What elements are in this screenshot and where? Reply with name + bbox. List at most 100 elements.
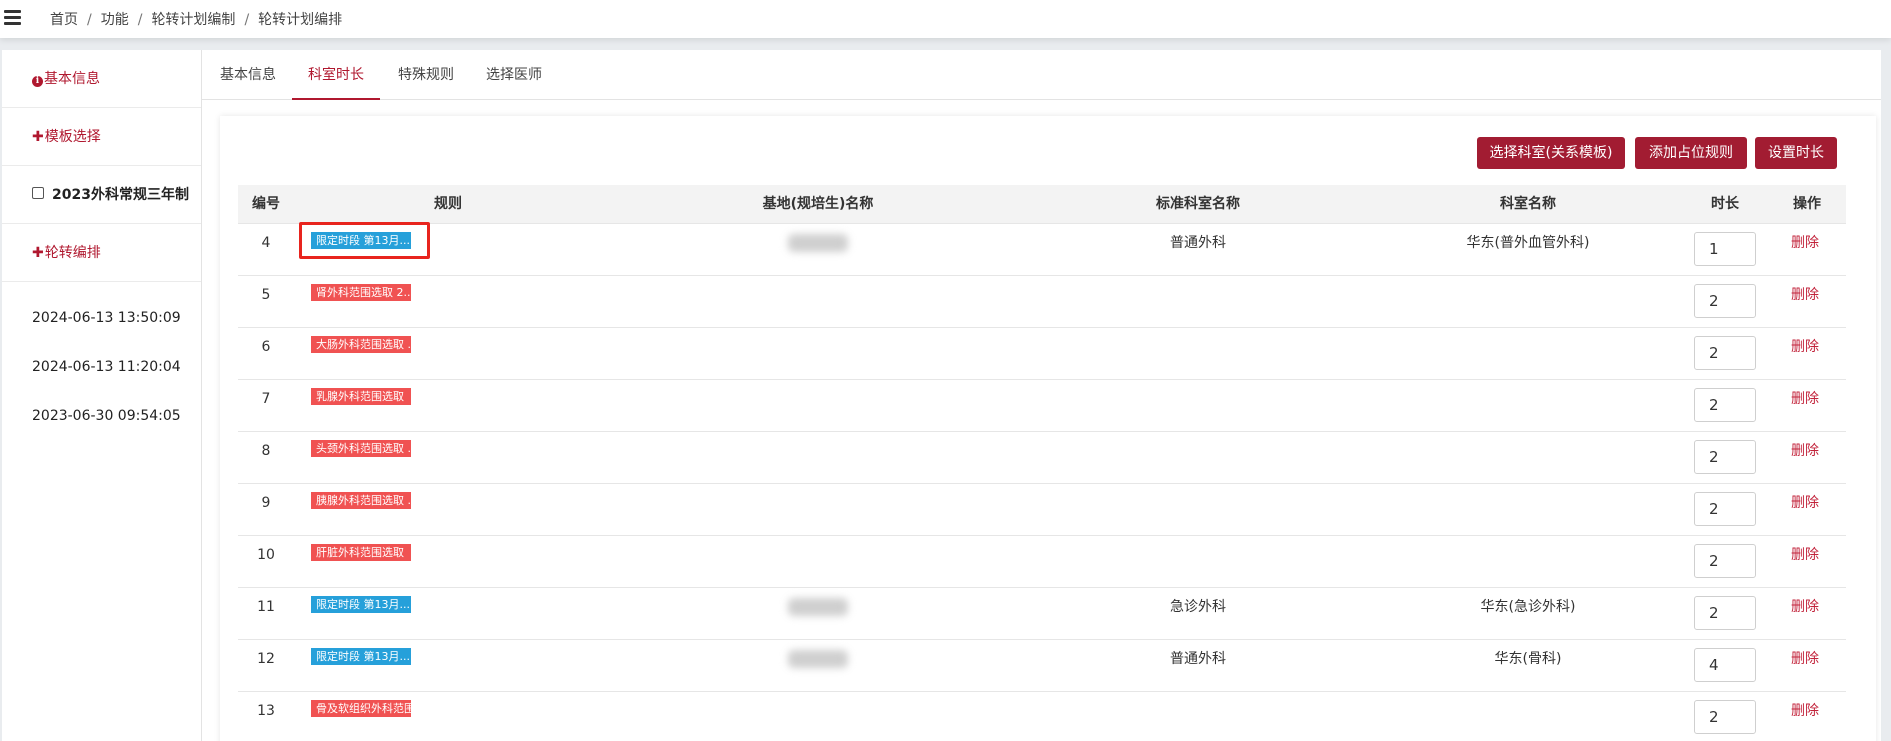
rule-tag[interactable]: 大肠外科范围选取 ... bbox=[311, 336, 411, 353]
template-checkbox[interactable] bbox=[32, 187, 44, 199]
row-dept: 华东(普外血管外科) bbox=[1466, 235, 1590, 251]
duration-input[interactable] bbox=[1694, 596, 1756, 630]
duration-input[interactable] bbox=[1694, 232, 1756, 266]
breadcrumb-separator: / bbox=[87, 12, 92, 28]
tab-dept-duration[interactable]: 科室时长 bbox=[292, 50, 380, 100]
table-header: 编号 规则 基地(规培生)名称 标准科室名称 科室名称 时长 操作 bbox=[238, 185, 1846, 224]
header-dept: 科室名称 bbox=[1500, 196, 1556, 212]
row-no: 10 bbox=[257, 547, 275, 563]
table-row: 7 乳腺外科范围选取 删除 bbox=[238, 380, 1846, 432]
breadcrumb-home[interactable]: 首页 bbox=[50, 12, 78, 28]
delete-link[interactable]: 删除 bbox=[1791, 640, 1819, 692]
row-dept: 华东(急诊外科) bbox=[1480, 599, 1576, 615]
row-std-dept: 普通外科 bbox=[1170, 235, 1226, 251]
delete-link[interactable]: 删除 bbox=[1791, 276, 1819, 328]
tab-special-rules[interactable]: 特殊规则 bbox=[396, 50, 456, 100]
duration-input[interactable] bbox=[1694, 492, 1756, 526]
info-icon: i bbox=[32, 76, 43, 87]
header-duration: 时长 bbox=[1711, 196, 1739, 212]
tab-select-doctor[interactable]: 选择医师 bbox=[484, 50, 544, 100]
nav-basic-info[interactable]: i 基本信息 bbox=[2, 50, 201, 108]
delete-link[interactable]: 删除 bbox=[1791, 588, 1819, 640]
base-name-redacted bbox=[788, 234, 848, 252]
nav-template-select[interactable]: ✚模板选择 bbox=[2, 108, 201, 166]
row-no: 13 bbox=[257, 703, 275, 719]
row-dept: 华东(骨科) bbox=[1494, 651, 1562, 667]
breadcrumb-separator: / bbox=[244, 12, 250, 28]
row-no: 5 bbox=[261, 287, 271, 303]
hamburger-menu-icon[interactable] bbox=[4, 8, 22, 26]
content-card: 选择科室(关系模板) 添加占位规则 设置时长 编号 规则 基地(规培生)名称 标… bbox=[220, 116, 1876, 741]
template-name: 2023外科常规三年制 bbox=[52, 187, 189, 203]
breadcrumb-plan-edit[interactable]: 轮转计划编制 bbox=[151, 12, 235, 28]
template-checkbox-item[interactable]: 2023外科常规三年制 bbox=[2, 166, 201, 224]
rule-tag[interactable]: 骨及软组织外科范围 bbox=[311, 700, 411, 717]
left-nav: i 基本信息 ✚模板选择 2023外科常规三年制 ✚轮转编排 2024-06-13… bbox=[2, 50, 202, 741]
add-rule-button[interactable]: 添加占位规则 bbox=[1635, 137, 1747, 169]
rule-tag[interactable]: 限定时段 第13月... bbox=[311, 596, 411, 613]
duration-input[interactable] bbox=[1694, 440, 1756, 474]
timestamp-item[interactable]: 2024-06-13 11:20:04 bbox=[2, 343, 201, 392]
delete-link[interactable]: 删除 bbox=[1791, 692, 1819, 741]
set-duration-button[interactable]: 设置时长 bbox=[1755, 137, 1837, 169]
tab-basic-info[interactable]: 基本信息 bbox=[218, 50, 278, 100]
header-base: 基地(规培生)名称 bbox=[762, 196, 874, 212]
table-row: 6 大肠外科范围选取 ... 删除 bbox=[238, 328, 1846, 380]
delete-link[interactable]: 删除 bbox=[1791, 328, 1819, 380]
nav-rotation[interactable]: ✚轮转编排 bbox=[2, 224, 201, 282]
table-row: 5 肾外科范围选取 2... 删除 bbox=[238, 276, 1846, 328]
duration-input[interactable] bbox=[1694, 700, 1756, 734]
rule-tag[interactable]: 肝脏外科范围选取 bbox=[311, 544, 411, 561]
table-row: 9 胰腺外科范围选取 ... 删除 bbox=[238, 484, 1846, 536]
row-std-dept: 普通外科 bbox=[1170, 651, 1226, 667]
row-std-dept: 急诊外科 bbox=[1170, 599, 1226, 615]
table-row: 10 肝脏外科范围选取 删除 bbox=[238, 536, 1846, 588]
duration-input[interactable] bbox=[1694, 336, 1756, 370]
timestamp-item[interactable]: 2023-06-30 09:54:05 bbox=[2, 392, 201, 441]
duration-input[interactable] bbox=[1694, 284, 1756, 318]
nav-rotation-label: 轮转编排 bbox=[44, 245, 101, 261]
duration-input[interactable] bbox=[1694, 544, 1756, 578]
header-rule: 规则 bbox=[434, 196, 462, 212]
base-name-redacted bbox=[788, 650, 848, 668]
table-row: 4 限定时段 第13月... 普通外科 华东(普外血管外科) 删除 bbox=[238, 222, 1846, 276]
row-no: 4 bbox=[261, 235, 271, 251]
delete-link[interactable]: 删除 bbox=[1791, 224, 1819, 276]
top-bar: 首页 / 功能 / 轮转计划编制 / 轮转计划编排 bbox=[0, 0, 1891, 38]
rule-tag[interactable]: 胰腺外科范围选取 ... bbox=[311, 492, 411, 509]
breadcrumb-separator: / bbox=[137, 12, 143, 28]
delete-link[interactable]: 删除 bbox=[1791, 536, 1819, 588]
table-row: 8 头颈外科范围选取 ... 删除 bbox=[238, 432, 1846, 484]
table-row: 12 限定时段 第13月... 普通外科 华东(骨科) 删除 bbox=[238, 640, 1846, 692]
header-no: 编号 bbox=[252, 196, 280, 212]
rule-tag[interactable]: 限定时段 第13月... bbox=[311, 232, 411, 249]
row-no: 6 bbox=[261, 339, 271, 355]
table-row: 11 限定时段 第13月... 急诊外科 华东(急诊外科) 删除 bbox=[238, 588, 1846, 640]
row-no: 7 bbox=[261, 391, 271, 407]
timestamp-item[interactable]: 2024-06-13 13:50:09 bbox=[2, 294, 201, 343]
delete-link[interactable]: 删除 bbox=[1791, 432, 1819, 484]
rule-tag[interactable]: 肾外科范围选取 2... bbox=[311, 284, 411, 301]
rule-tag[interactable]: 乳腺外科范围选取 bbox=[311, 388, 411, 405]
breadcrumb-function[interactable]: 功能 bbox=[101, 12, 129, 28]
tab-bar: 基本信息 科室时长 特殊规则 选择医师 bbox=[202, 50, 1881, 100]
row-no: 8 bbox=[261, 443, 271, 459]
nav-template-select-label: 模板选择 bbox=[44, 129, 101, 145]
rule-tag[interactable]: 限定时段 第13月... bbox=[311, 648, 411, 665]
nav-basic-info-label: 基本信息 bbox=[44, 71, 100, 87]
duration-input[interactable] bbox=[1694, 388, 1756, 422]
delete-link[interactable]: 删除 bbox=[1791, 380, 1819, 432]
plus-icon: ✚ bbox=[32, 245, 44, 261]
header-std-dept: 标准科室名称 bbox=[1156, 196, 1240, 212]
breadcrumb-plan-arrange: 轮转计划编排 bbox=[258, 12, 343, 28]
duration-input[interactable] bbox=[1694, 648, 1756, 682]
delete-link[interactable]: 删除 bbox=[1791, 484, 1819, 536]
select-dept-button[interactable]: 选择科室(关系模板) bbox=[1477, 137, 1625, 169]
main-panel: i 基本信息 ✚模板选择 2023外科常规三年制 ✚轮转编排 2024-06-13… bbox=[2, 50, 1881, 741]
base-name-redacted bbox=[788, 598, 848, 616]
table-body: 4 限定时段 第13月... 普通外科 华东(普外血管外科) 删除 5 肾外科范围选取 2.… bbox=[238, 222, 1846, 741]
rule-tag[interactable]: 头颈外科范围选取 ... bbox=[311, 440, 411, 457]
row-no: 9 bbox=[261, 495, 271, 511]
row-no: 12 bbox=[257, 651, 275, 667]
breadcrumb: 首页 / 功能 / 轮转计划编制 / 轮转计划编排 bbox=[50, 9, 342, 29]
